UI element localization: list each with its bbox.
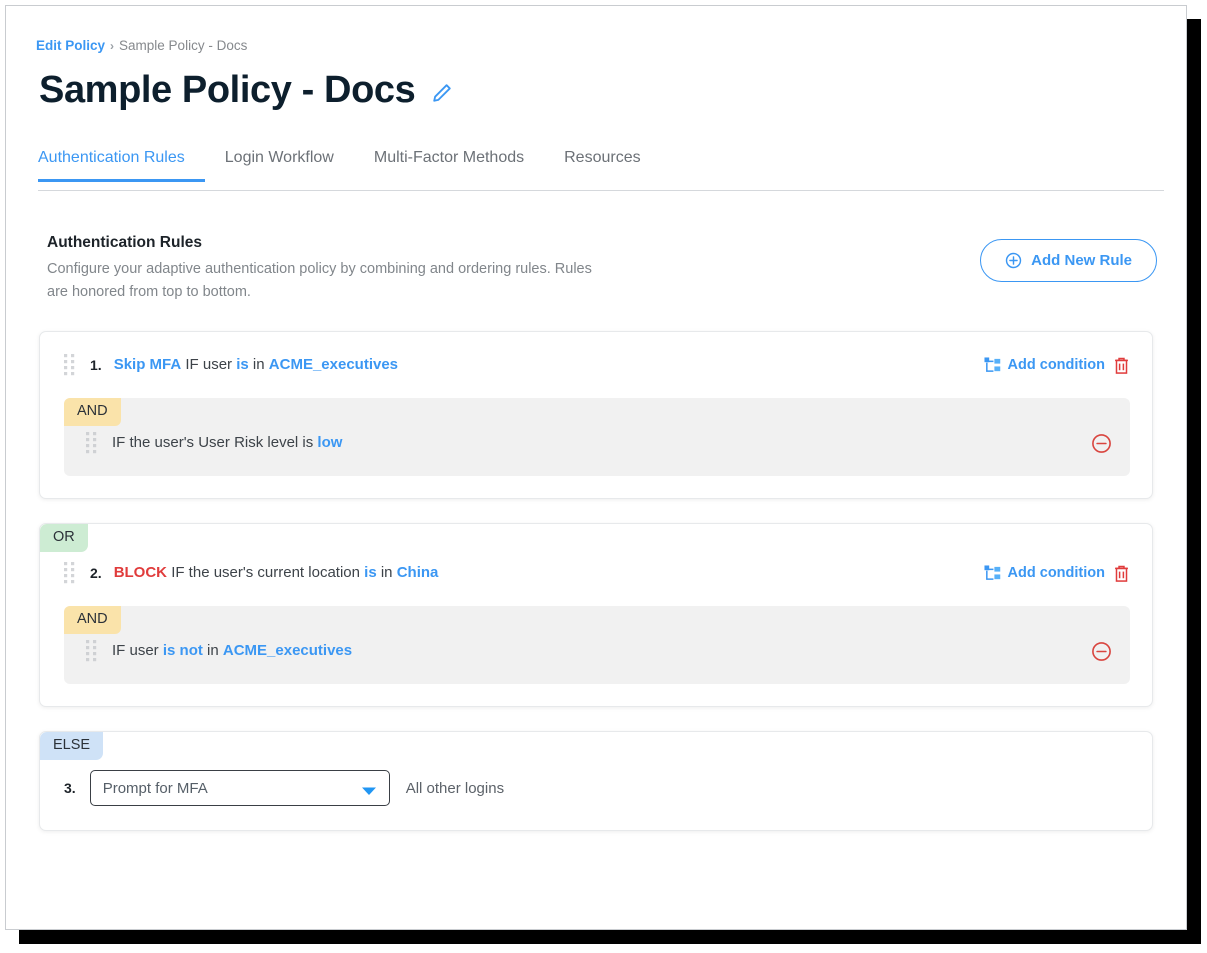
drag-handle-icon[interactable] [86,432,98,454]
rule-prefix: IF user [185,356,232,373]
condition-statement: IF user is not in ACME_executives [112,640,1091,662]
minus-circle-icon[interactable] [1091,433,1112,454]
section-description: Configure your adaptive authentication p… [47,258,607,304]
add-condition-button[interactable]: Add condition [984,357,1105,374]
conjunction-badge-and: AND [64,606,121,634]
add-condition-button[interactable]: Add condition [984,565,1105,582]
rule-index: 1. [90,357,102,373]
conjunction-badge-else: ELSE [40,732,103,760]
policy-page-sheet: Edit Policy › Sample Policy - Docs Sample … [5,5,1187,930]
breadcrumb: Edit Policy › Sample Policy - Docs [36,36,247,56]
add-condition-label: Add condition [1008,565,1105,581]
breadcrumb-link-edit-policy[interactable]: Edit Policy [36,38,105,53]
rule-card: OR 2. [39,523,1153,707]
condition-block: AND [64,398,1130,476]
section-header: Authentication Rules Configure your adap… [47,234,1157,304]
tab-label: Authentication Rules [38,149,185,166]
rule-target[interactable]: ACME_executives [269,356,398,373]
rule-operator[interactable]: is [364,564,377,581]
add-new-rule-label: Add New Rule [1031,252,1132,269]
condition-value[interactable]: ACME_executives [223,642,352,659]
rule-card: 1. Skip MFA IF user is in ACME_executive… [39,331,1153,499]
rule-action[interactable]: BLOCK [114,564,167,581]
rules-list: 1. Skip MFA IF user is in ACME_executive… [6,331,1186,855]
section-title: Authentication Rules [47,234,607,252]
tab-resources[interactable]: Resources [544,149,660,182]
pencil-icon[interactable] [431,82,453,104]
else-rule-row: 3. Prompt for MFA All other logins [40,732,1152,830]
conjunction-badge-and: AND [64,398,121,426]
condition-mid: in [207,642,219,659]
condition-value[interactable]: low [317,434,342,451]
rule-target[interactable]: China [397,564,439,581]
drag-handle-icon[interactable] [64,354,76,376]
tab-login-workflow[interactable]: Login Workflow [205,149,354,182]
screenshot-root: Edit Policy › Sample Policy - Docs Sample … [0,0,1207,953]
condition-block: AND [64,606,1130,684]
rule-actions: Add condition [984,564,1130,583]
plus-circle-icon [1005,252,1022,269]
else-action-select[interactable]: Prompt for MFA [90,770,390,806]
rule-mid: in [381,564,393,581]
condition-lead: IF user [112,642,159,659]
drag-handle-icon[interactable] [64,562,76,584]
condition-lead: IF the user's User Risk level is [112,434,313,451]
rule-prefix: IF the user's current location [171,564,360,581]
tab-label: Multi-Factor Methods [374,149,524,166]
page-title: Sample Policy - Docs [39,64,415,116]
minus-circle-icon[interactable] [1091,641,1112,662]
rule-header-row: 1. Skip MFA IF user is in ACME_executive… [40,332,1152,398]
rule-header-row: 2. BLOCK IF the user's current location … [40,524,1152,606]
breadcrumb-current: Sample Policy - Docs [119,38,247,53]
page-title-row: Sample Policy - Docs [39,64,453,116]
rule-index: 3. [64,780,76,796]
chevron-down-icon [361,783,377,793]
condition-operator[interactable]: is not [163,642,203,659]
tab-authentication-rules[interactable]: Authentication Rules [38,149,205,182]
add-new-rule-button[interactable]: Add New Rule [980,239,1157,282]
tab-bar: Authentication Rules Login Workflow Mult… [38,149,1164,191]
add-condition-label: Add condition [1008,357,1105,373]
condition-statement: IF the user's User Risk level is low [112,432,1091,454]
tab-label: Resources [564,149,640,166]
breadcrumb-separator: › [110,39,114,53]
else-rule-note: All other logins [406,780,504,797]
rule-index: 2. [90,565,102,581]
rule-operator[interactable]: is [236,356,249,373]
rule-statement: Skip MFA IF user is in ACME_executives [114,354,966,376]
branch-icon [984,357,1001,374]
else-rule-card: ELSE 3. Prompt for MFA All other logins [39,731,1153,831]
trash-icon[interactable] [1113,356,1130,375]
rule-statement: BLOCK IF the user's current location is … [114,562,966,584]
tab-multi-factor-methods[interactable]: Multi-Factor Methods [354,149,544,182]
rule-action[interactable]: Skip MFA [114,356,182,373]
else-action-selected-value: Prompt for MFA [103,780,361,797]
trash-icon[interactable] [1113,564,1130,583]
branch-icon [984,565,1001,582]
conjunction-badge-or: OR [40,524,88,552]
rule-mid: in [253,356,265,373]
rule-actions: Add condition [984,356,1130,375]
drag-handle-icon[interactable] [86,640,98,662]
tab-label: Login Workflow [225,149,334,166]
